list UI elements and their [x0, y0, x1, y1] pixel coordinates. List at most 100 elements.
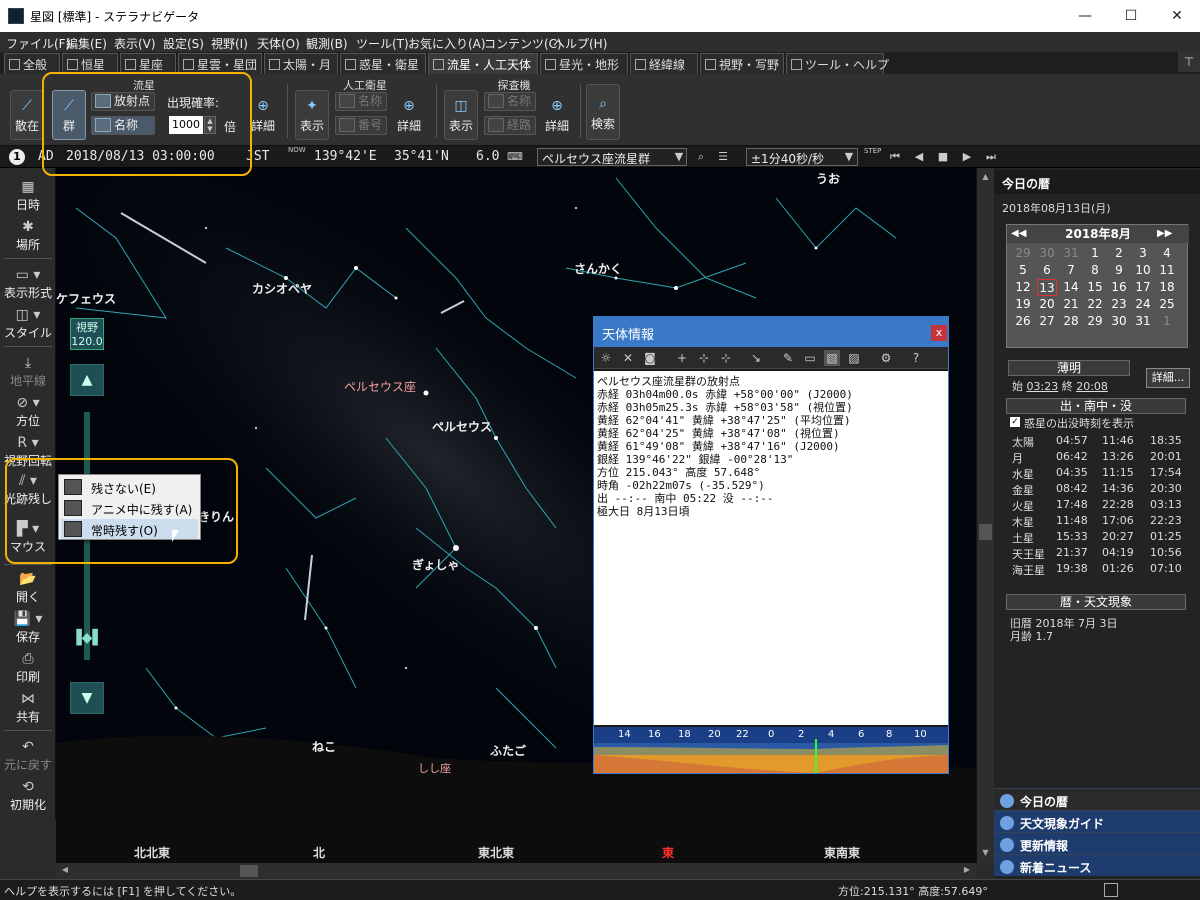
calendar-day[interactable]: 27 — [1037, 313, 1057, 330]
undo-button[interactable]: ↶ 元に戻す — [0, 738, 56, 773]
scroll-down-icon[interactable]: ▼ — [979, 848, 992, 860]
play-back-icon[interactable]: ◀ — [910, 148, 928, 166]
share-button[interactable]: ⋈ 共有 — [0, 690, 56, 725]
radiant-label[interactable]: ペルセウス座 — [344, 378, 416, 395]
zoom-slider-handle[interactable]: ▐◆▌ — [68, 630, 106, 646]
scroll-thumb[interactable] — [979, 524, 992, 540]
scroll-thumb[interactable] — [240, 865, 258, 877]
horizontal-scrollbar[interactable]: ◀ ▶ — [56, 863, 976, 879]
target-icon[interactable]: ✕ — [620, 350, 636, 366]
scroll-up-icon[interactable]: ▲ — [979, 172, 992, 184]
satellite-name-button[interactable]: 名称 — [335, 92, 387, 111]
calendar-day[interactable]: 17 — [1133, 279, 1153, 296]
close-button[interactable]: ✕ — [1154, 0, 1200, 32]
sun-icon[interactable]: ☼ — [598, 350, 614, 366]
calendar-day[interactable]: 24 — [1133, 296, 1153, 313]
search-icon[interactable]: ⌕ — [692, 148, 710, 166]
fast-forward-icon[interactable]: ⏭ — [982, 148, 1000, 166]
satellite-show-button[interactable]: ✦ 表示 — [295, 90, 329, 140]
help-icon[interactable]: ? — [908, 350, 924, 366]
tab-sun-moon[interactable]: 太陽・月 — [264, 53, 338, 74]
maximize-button[interactable]: ☐ — [1108, 0, 1154, 32]
close-icon[interactable]: x — [931, 325, 947, 341]
menu-help[interactable]: ヘルプ(H) — [553, 35, 607, 52]
zoom-value[interactable]: 6.0 — [476, 149, 499, 164]
tab-updates[interactable]: 更新情報 — [994, 832, 1200, 854]
display-format-button[interactable]: ▭ ▾ 表示形式 — [0, 266, 56, 301]
calendar-day[interactable]: 10 — [1133, 262, 1153, 279]
calendar-day[interactable]: 5 — [1013, 262, 1033, 279]
calendar-day[interactable]: 30 — [1109, 313, 1129, 330]
chevron-down-icon[interactable]: ▼ — [670, 148, 688, 166]
style-button[interactable]: ◫ ▾ スタイル — [0, 306, 56, 341]
fov-indicator[interactable]: 視野 120.0 — [70, 318, 104, 350]
tab-stars[interactable]: 恒星 — [62, 53, 118, 74]
tab-daylight-terrain[interactable]: 昼光・地形 — [540, 53, 628, 74]
probe-name-button[interactable]: 名称 — [484, 92, 536, 111]
calendar-day[interactable]: 3 — [1133, 245, 1153, 262]
vertical-scrollbar[interactable]: ▲ ▼ — [976, 168, 994, 863]
calendar-day[interactable]: 23 — [1109, 296, 1129, 313]
calendar-day[interactable]: 25 — [1157, 296, 1177, 313]
twilight-detail-button[interactable]: 詳細... — [1146, 368, 1190, 388]
info-window-title[interactable]: 天体情報 — [594, 317, 948, 347]
menu-edit[interactable]: 編集(E) — [66, 35, 107, 52]
calendar-day[interactable]: 30 — [1037, 245, 1057, 262]
calendar-day[interactable]: 9 — [1109, 262, 1129, 279]
tab-event-guide[interactable]: 天文現象ガイド — [994, 810, 1200, 832]
menu-file[interactable]: ファイル(F) — [6, 35, 70, 52]
add-marker-icon[interactable]: ⊹ — [696, 350, 712, 366]
menu-observe[interactable]: 観測(B) — [306, 35, 348, 52]
probe-path-button[interactable]: 経路 — [484, 116, 536, 135]
stop-icon[interactable]: ■ — [934, 148, 952, 166]
calendar-prev-icon[interactable]: ◀◀ — [1011, 225, 1026, 243]
reset-button[interactable]: ⟲ 初期化 — [0, 778, 56, 813]
gear-icon[interactable]: ⚙ — [878, 350, 894, 366]
place-button[interactable]: ✱ 場所 — [0, 218, 56, 253]
datetime-button[interactable]: ▦ 日時 — [0, 178, 56, 213]
calendar-day[interactable]: 29 — [1013, 245, 1033, 262]
save-button[interactable]: 💾 ▾ 保存 — [0, 610, 56, 645]
satellite-detail-button[interactable]: ⊕ 詳細 — [392, 90, 426, 140]
probe-show-button[interactable]: ◫ 表示 — [444, 90, 478, 140]
remove-marker-icon[interactable]: ⊹ — [718, 350, 734, 366]
horizon-button[interactable]: ⤓ 地平線 — [0, 354, 56, 389]
calendar-day[interactable]: 18 — [1157, 279, 1177, 296]
calendar-day[interactable]: 31 — [1061, 245, 1081, 262]
tab-planets-satellites[interactable]: 惑星・衛星 — [340, 53, 426, 74]
calendar-day[interactable]: 22 — [1085, 296, 1105, 313]
calendar-day[interactable]: 14 — [1061, 279, 1081, 296]
object-info-window[interactable]: 天体情報 x ☼ ✕ ◙ + ⊹ ⊹ ↘ ✎ ▭ ▧ ▨ ⚙ ? ペルセウス座流… — [593, 316, 949, 774]
satellite-number-button[interactable]: 番号 — [335, 116, 387, 135]
tab-grid-lines[interactable]: 経緯線 — [630, 53, 698, 74]
calendar-day[interactable]: 16 — [1109, 279, 1129, 296]
zoom-in-button[interactable]: ▲ — [70, 364, 104, 396]
calendar-day[interactable]: 12 — [1013, 279, 1033, 296]
calendar-day[interactable]: 1 — [1157, 313, 1177, 330]
direction-button[interactable]: ⊘ ▾ 方位 — [0, 394, 56, 429]
calendar-day[interactable]: 31 — [1133, 313, 1153, 330]
calendar-next-icon[interactable]: ▶▶ — [1157, 225, 1172, 243]
pencil-icon[interactable]: ✎ — [780, 350, 796, 366]
camera-icon[interactable]: ◙ — [642, 350, 658, 366]
calendar-day[interactable]: 6 — [1037, 262, 1057, 279]
minimize-button[interactable]: — — [1062, 0, 1108, 32]
menu-object[interactable]: 天体(O) — [257, 35, 300, 52]
calendar-day[interactable]: 1 — [1085, 245, 1105, 262]
tab-general[interactable]: 全般 — [4, 53, 60, 74]
open-button[interactable]: 📂 開く — [0, 570, 56, 605]
window-icon[interactable]: ▭ — [802, 350, 818, 366]
probe-detail-button[interactable]: ⊕ 詳細 — [540, 90, 574, 140]
chevron-down-icon[interactable]: ▼ — [840, 148, 858, 166]
calendar-day[interactable]: 26 — [1013, 313, 1033, 330]
photo-icon[interactable]: ▨ — [846, 350, 862, 366]
zoom-out-button[interactable]: ▼ — [70, 682, 104, 714]
calendar-day[interactable]: 7 — [1061, 262, 1081, 279]
calendar-day[interactable]: 8 — [1085, 262, 1105, 279]
list-icon[interactable]: ☰ — [714, 148, 732, 166]
menu-view[interactable]: 表示(V) — [114, 35, 156, 52]
step-number-badge[interactable]: 1 — [9, 149, 25, 165]
calendar-day[interactable]: 19 — [1013, 296, 1033, 313]
crosshair-icon[interactable]: + — [674, 350, 690, 366]
calendar-day[interactable]: 20 — [1037, 296, 1057, 313]
